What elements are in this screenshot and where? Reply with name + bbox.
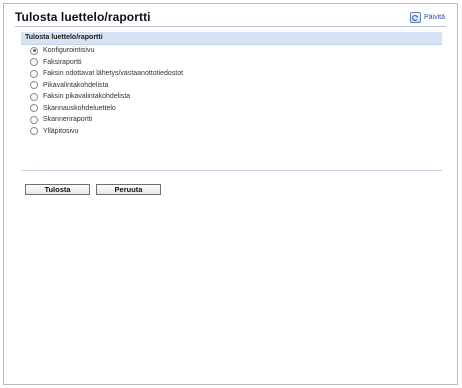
option-label[interactable]: Faksin odottavat lähetys/vastaanottotied… [43,70,183,77]
radio-button[interactable] [30,92,38,101]
option-fax-speed-dial-list[interactable]: Faksin pikavalintakohdelista [30,91,183,103]
option-maintenance-page[interactable]: Ylläpitosivu [30,126,183,138]
option-fax-pending-files[interactable]: Faksin odottavat lähetys/vastaanottotied… [30,68,183,80]
refresh-label[interactable]: Päivitä [424,14,445,21]
report-options-list: Konfigurointisivu Faksiraportti Faksin o… [30,45,183,137]
radio-button[interactable] [30,69,38,78]
section-heading: Tulosta luettelo/raportti [21,32,442,45]
refresh-button[interactable]: Päivitä [409,12,445,23]
section-divider [21,170,442,171]
radio-button[interactable] [30,81,38,90]
radio-button[interactable] [30,58,38,67]
option-label[interactable]: Faksiraportti [43,59,82,66]
print-button[interactable]: Tulosta [25,184,90,195]
option-label[interactable]: Konfigurointisivu [43,47,94,54]
radio-button[interactable] [30,127,38,136]
option-label[interactable]: Faksin pikavalintakohdelista [43,93,130,100]
option-configuration-page[interactable]: Konfigurointisivu [30,45,183,57]
page-title: Tulosta luettelo/raportti [15,10,151,24]
option-fax-report[interactable]: Faksiraportti [30,57,183,69]
option-label[interactable]: Skannauskohdeluettelo [43,105,116,112]
refresh-icon [409,12,421,23]
title-divider [15,26,446,27]
radio-button[interactable] [30,104,38,113]
radio-button[interactable] [30,46,38,55]
option-label[interactable]: Ylläpitosivu [43,128,78,135]
cancel-button[interactable]: Peruuta [96,184,161,195]
option-label[interactable]: Pikavalintakohdelista [43,82,108,89]
option-scan-destination-list[interactable]: Skannauskohdeluettelo [30,103,183,115]
option-scanner-report[interactable]: Skanneriraportti [30,114,183,126]
option-label[interactable]: Skanneriraportti [43,116,92,123]
option-speed-dial-list[interactable]: Pikavalintakohdelista [30,80,183,92]
radio-button[interactable] [30,115,38,124]
